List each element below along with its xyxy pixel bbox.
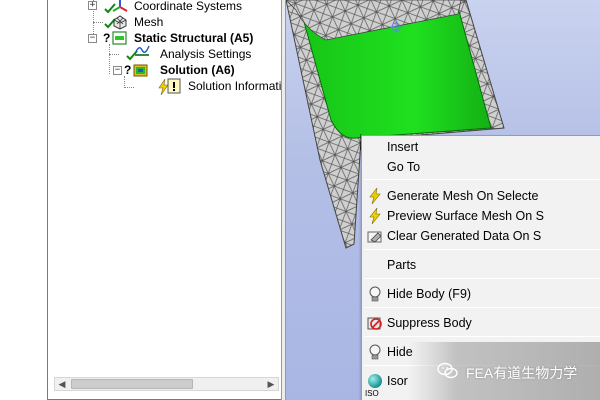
menu-separator	[364, 249, 600, 250]
horizontal-scrollbar[interactable]: ◀ ▶	[54, 377, 279, 391]
menu-item-label: Isor	[387, 374, 408, 388]
tree-item-solution[interactable]: − ? Solution (A6)	[48, 62, 281, 78]
iso-label: ISO	[365, 389, 379, 398]
menu-separator	[364, 179, 600, 180]
tree-item-label: Static Structural (A5)	[134, 31, 254, 45]
lightning-icon	[369, 208, 381, 224]
eraser-icon	[367, 231, 382, 243]
menu-item-label: Suppress Body	[387, 316, 472, 330]
menu-item-label: Hide Body (F9)	[387, 287, 472, 301]
outline-tree: + Coordinate Systems Mesh − ? Static Str…	[48, 0, 281, 370]
solution-icon	[133, 64, 148, 77]
menu-separator	[364, 307, 600, 308]
tree-item-analysis-settings[interactable]: Analysis Settings	[48, 45, 281, 62]
scroll-right-icon[interactable]: ▶	[264, 378, 278, 390]
tree-item-label: Analysis Settings	[160, 47, 252, 61]
menu-separator	[364, 336, 600, 337]
scrollbar-thumb[interactable]	[71, 379, 193, 389]
menu-item-hide-body[interactable]: Hide Body (F9)	[362, 284, 600, 304]
menu-item-parts[interactable]: Parts	[362, 255, 600, 275]
menu-item-go-to[interactable]: Go To	[362, 157, 600, 177]
tree-item-label: Mesh	[134, 15, 164, 29]
menu-item-label: Generate Mesh On Selecte	[387, 189, 539, 203]
lightning-icon	[369, 188, 381, 204]
wechat-icon	[437, 362, 458, 379]
menu-item-label: Clear Generated Data On S	[387, 229, 542, 243]
menu-item-insert[interactable]: Insert	[362, 137, 600, 157]
tree-item-label: Coordinate Systems	[134, 0, 243, 13]
tree-item-coordinate-systems[interactable]: + Coordinate Systems	[48, 0, 281, 14]
tree-item-static-structural[interactable]: − ? Static Structural (A5)	[48, 30, 281, 46]
menu-item-clear-generated-data[interactable]: Clear Generated Data On S	[362, 226, 600, 246]
question-icon: ?	[103, 31, 111, 45]
menu-item-label: Preview Surface Mesh On S	[387, 209, 545, 223]
analysis-settings-icon	[134, 45, 150, 56]
static-structural-icon	[112, 31, 127, 45]
tree-item-solution-information[interactable]: Solution Informatio	[48, 78, 281, 95]
suppress-icon	[367, 317, 382, 330]
tree-item-label: Solution (A6)	[160, 63, 235, 77]
menu-item-generate-mesh[interactable]: Generate Mesh On Selecte	[362, 186, 600, 206]
coordinate-systems-icon	[112, 0, 128, 12]
tree-item-mesh[interactable]: Mesh	[48, 14, 281, 30]
collapse-toggle[interactable]: −	[88, 34, 97, 43]
scroll-left-icon[interactable]: ◀	[55, 378, 69, 390]
mesh-icon	[113, 15, 127, 30]
menu-item-label: Insert	[387, 140, 419, 154]
expand-toggle[interactable]: +	[88, 1, 97, 10]
menu-item-label: Go To	[387, 160, 421, 174]
menu-item-preview-surface-mesh[interactable]: Preview Surface Mesh On S	[362, 206, 600, 226]
watermark-text: FEA有道生物力学	[466, 365, 578, 381]
tree-item-label: Solution Informatio	[188, 79, 281, 93]
lightbulb-icon	[369, 344, 381, 360]
solution-information-icon	[167, 78, 181, 94]
collapse-toggle[interactable]: −	[113, 66, 122, 75]
menu-item-suppress-body[interactable]: Suppress Body	[362, 313, 600, 333]
menu-item-label: Parts	[387, 258, 417, 272]
sphere-icon	[368, 374, 382, 388]
question-icon: ?	[124, 63, 132, 77]
lightbulb-icon	[369, 286, 381, 302]
menu-separator	[364, 278, 600, 279]
